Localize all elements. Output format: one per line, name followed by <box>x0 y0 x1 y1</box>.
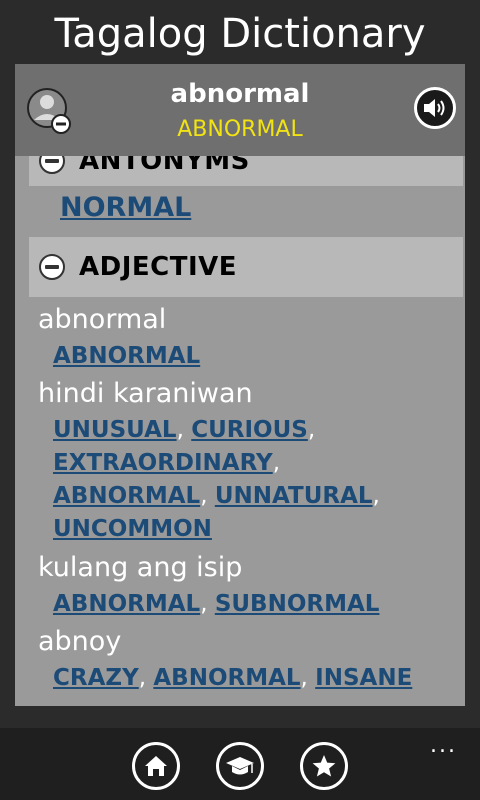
app-bar: ... <box>0 728 480 800</box>
favorites-button[interactable] <box>300 742 348 790</box>
separator: , <box>307 417 316 443</box>
sense-term: hindi karaniwan <box>38 378 253 409</box>
synonym-link[interactable]: ABNORMAL <box>153 665 300 691</box>
antonym-link-normal[interactable]: NORMAL <box>60 192 191 223</box>
separator: , <box>200 483 208 509</box>
star-icon <box>312 755 336 777</box>
synonym-link[interactable]: ABNORMAL <box>53 591 200 617</box>
sense-term: kulang ang isip <box>38 552 243 583</box>
sense-term: abnoy <box>38 626 122 657</box>
sense-links: ABNORMAL <box>53 342 200 370</box>
synonym-link[interactable]: SUBNORMAL <box>215 591 380 617</box>
learn-button[interactable] <box>216 742 264 790</box>
app-title: Tagalog Dictionary <box>54 11 426 57</box>
sense-links: EXTRAORDINARY, <box>53 449 280 477</box>
word-translation: ABNORMAL <box>177 117 303 142</box>
separator: , <box>272 450 281 476</box>
pronounce-button[interactable] <box>414 87 456 129</box>
separator: , <box>300 665 308 691</box>
collapse-adjective-icon[interactable] <box>39 254 65 280</box>
synonym-link[interactable]: UNNATURAL <box>215 483 373 509</box>
speaker-icon <box>424 99 445 117</box>
home-button[interactable] <box>132 742 180 790</box>
sense-term: abnormal <box>38 304 167 335</box>
word-title: abnormal <box>170 79 310 109</box>
sense-links: CRAZY, ABNORMAL, INSANE <box>53 664 412 692</box>
more-menu-button[interactable]: ... <box>430 735 457 757</box>
adjective-section-header[interactable]: ADJECTIVE <box>29 237 463 297</box>
synonym-link[interactable]: CRAZY <box>53 665 139 691</box>
synonym-link[interactable]: CURIOUS <box>191 417 308 443</box>
separator: , <box>138 665 147 691</box>
graduation-cap-icon <box>226 757 254 775</box>
sense-links: UNUSUAL, CURIOUS, <box>53 416 315 444</box>
sense-links: UNCOMMON <box>53 515 212 543</box>
synonym-link[interactable]: INSANE <box>315 665 412 691</box>
synonym-link[interactable]: ABNORMAL <box>53 483 200 509</box>
separator: , <box>200 591 208 617</box>
separator: , <box>372 483 380 509</box>
synonym-link[interactable]: ABNORMAL <box>53 343 200 369</box>
sense-links: ABNORMAL, UNNATURAL, <box>53 482 380 510</box>
separator: , <box>176 417 184 443</box>
entry-panel: abnormal ABNORMAL ANTONYMS NORMAL ADJECT… <box>15 64 465 706</box>
synonym-link[interactable]: UNUSUAL <box>53 417 177 443</box>
sense-links: ABNORMAL, SUBNORMAL <box>53 590 379 618</box>
adjective-title: ADJECTIVE <box>79 252 238 282</box>
synonym-link[interactable]: EXTRAORDINARY <box>53 450 273 476</box>
word-header: abnormal ABNORMAL <box>15 64 465 156</box>
home-icon <box>145 756 167 776</box>
synonym-link[interactable]: UNCOMMON <box>53 516 212 542</box>
